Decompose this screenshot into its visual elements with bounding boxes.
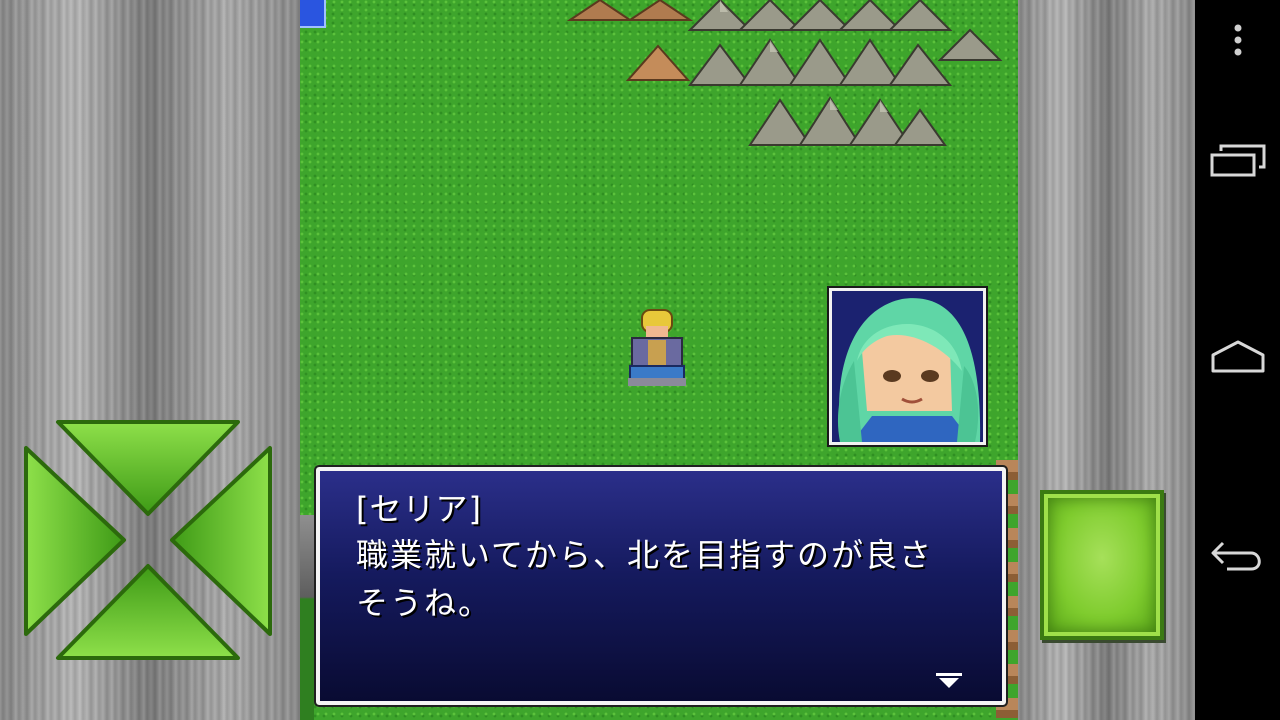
home-icon[interactable] — [1195, 334, 1280, 378]
speaker-name: [セリア] — [356, 490, 482, 528]
dialog-line: 職業就いてから、北を目指すのが良さ — [356, 536, 934, 574]
dpad-up-button[interactable] — [56, 420, 240, 516]
green-haired-girl-portrait-icon — [832, 291, 983, 442]
back-icon[interactable] — [1195, 534, 1280, 578]
mountain-range — [566, 0, 1003, 146]
down-triangle-icon[interactable] — [936, 673, 962, 689]
system-nav-bar — [1195, 0, 1280, 720]
dpad[interactable] — [20, 412, 276, 668]
dialog-box[interactable]: [セリア] 職業就いてから、北を目指すのが良さ そうね。 — [314, 465, 1008, 707]
character-portrait — [827, 286, 988, 447]
water-tile — [300, 0, 326, 28]
grey-mountains-icon — [687, 0, 1003, 146]
overflow-menu-icon[interactable] — [1195, 20, 1280, 60]
rocky-edge — [300, 515, 314, 720]
recent-apps-icon[interactable] — [1195, 138, 1280, 182]
dialog-line: そうね。 — [356, 584, 493, 622]
action-button[interactable] — [1040, 490, 1164, 640]
brown-hill-icon — [566, 0, 694, 81]
hero-sprite — [628, 309, 686, 386]
